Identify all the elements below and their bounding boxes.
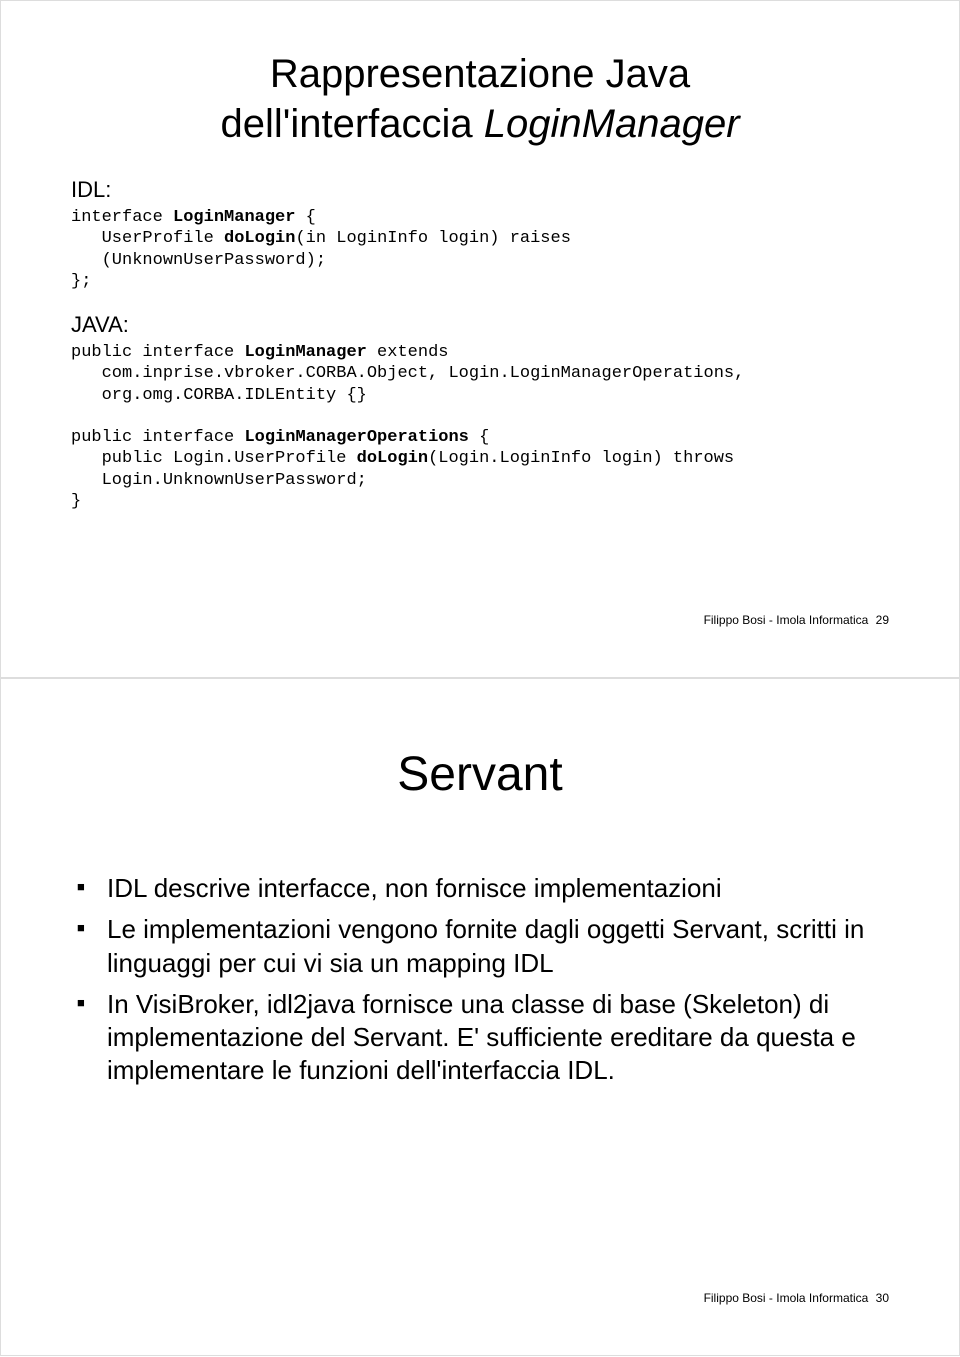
footer-page-number: 29	[876, 613, 889, 627]
idl-label: IDL:	[71, 177, 889, 203]
bullet-list: IDL descrive interfacce, non fornisce im…	[77, 872, 889, 1088]
java-label: JAVA:	[71, 312, 889, 338]
slide-footer: Filippo Bosi - Imola Informatica 29	[704, 613, 889, 627]
slide-footer: Filippo Bosi - Imola Informatica 30	[704, 1291, 889, 1305]
list-item: IDL descrive interfacce, non fornisce im…	[77, 872, 889, 905]
list-item: In VisiBroker, idl2java fornisce una cla…	[77, 988, 889, 1088]
footer-label: Filippo Bosi - Imola Informatica	[704, 1291, 869, 1305]
slide-30: Servant IDL descrive interfacce, non for…	[0, 678, 960, 1356]
title-line-2a: dell'interfaccia	[220, 102, 483, 146]
idl-code-block: interface LoginManager { UserProfile doL…	[71, 207, 889, 292]
title-line-1: Rappresentazione Java	[270, 52, 690, 96]
slide-title: Servant	[71, 747, 889, 802]
title-line-2b: LoginManager	[484, 102, 740, 146]
list-item: Le implementazioni vengono fornite dagli…	[77, 913, 889, 980]
footer-label: Filippo Bosi - Imola Informatica	[704, 613, 869, 627]
java-code-block: public interface LoginManager extends co…	[71, 342, 889, 512]
slide-title: Rappresentazione Java dell'interfaccia L…	[71, 49, 889, 149]
slide-29: Rappresentazione Java dell'interfaccia L…	[0, 0, 960, 678]
footer-page-number: 30	[876, 1291, 889, 1305]
